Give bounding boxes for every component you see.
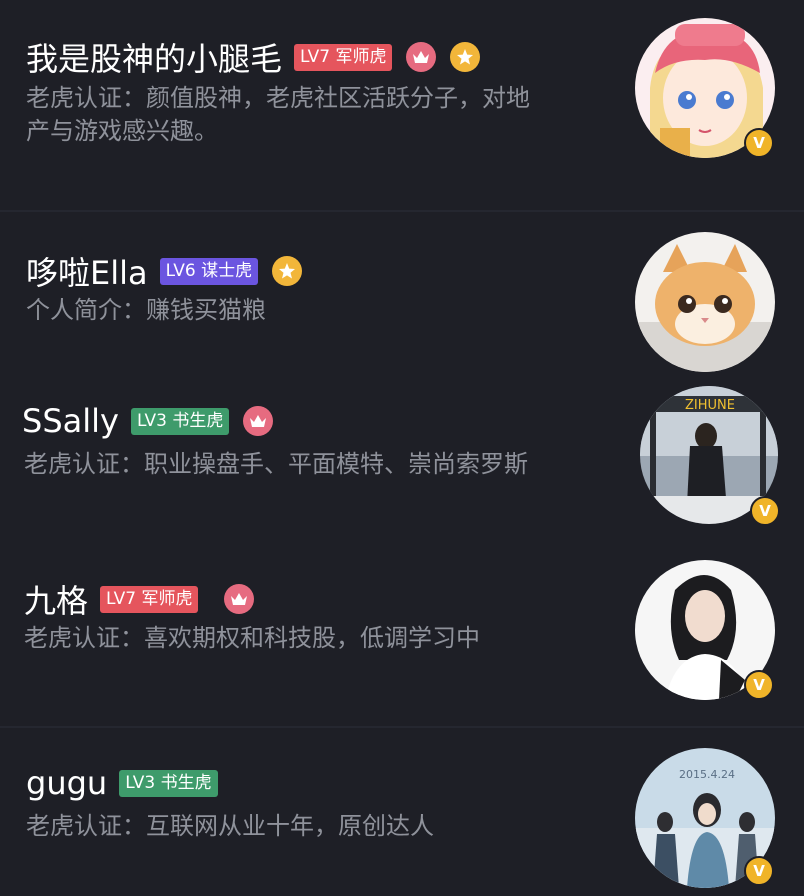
svg-text:ZIHUNE: ZIHUNE (685, 398, 735, 413)
name-line: SSally LV3 书生虎 (22, 402, 274, 440)
user-name[interactable]: SSally (22, 402, 119, 440)
user-name[interactable]: 我是股神的小腿毛 (26, 34, 282, 80)
verified-badge: V (744, 128, 774, 158)
crown-icon[interactable] (224, 584, 255, 614)
star-icon[interactable] (272, 256, 303, 286)
user-description: 老虎认证：职业操盘手、平面模特、崇尚索罗斯 (24, 448, 624, 481)
list-item[interactable]: SSally LV3 书生虎 老虎认证：职业操盘手、平面模特、崇尚索罗斯 ZIH… (0, 382, 804, 542)
level-badge: LV7 军师虎 (100, 585, 199, 613)
poster-date: 2015.4.24 (679, 768, 735, 781)
list-item[interactable]: 九格 LV7 军师虎 老虎认证：喜欢期权和科技股，低调学习中 V (0, 542, 804, 728)
name-line: gugu LV3 书生虎 (26, 764, 218, 802)
verified-badge: V (744, 856, 774, 886)
user-name[interactable]: 九格 (24, 576, 88, 622)
user-name[interactable]: gugu (26, 764, 107, 802)
name-line: 哆啦Ella LV6 谋士虎 (26, 248, 303, 294)
name-line: 九格 LV7 军师虎 (24, 576, 255, 622)
verified-badge: V (750, 496, 780, 526)
crown-icon[interactable] (243, 406, 274, 436)
description-line: 老虎认证：颜值股神，老虎社区活跃分子，对地 (26, 84, 530, 112)
list-item[interactable]: gugu LV3 书生虎 老虎认证：互联网从业十年，原创达人 2015.4.24 (0, 728, 804, 896)
description-line: 老虎认证：喜欢期权和科技股，低调学习中 (24, 624, 480, 652)
cat-avatar[interactable] (635, 232, 775, 372)
list-item[interactable]: 哆啦Ella LV6 谋士虎 个人简介：赚钱买猫粮 (0, 212, 804, 382)
crown-icon[interactable] (406, 42, 437, 72)
user-description: 老虎认证：颜值股神，老虎社区活跃分子，对地 产与游戏感兴趣。 (26, 82, 606, 148)
description-line: 老虎认证：互联网从业十年，原创达人 (26, 812, 434, 840)
user-list: 我是股神的小腿毛 LV7 军师虎 老虎认证：颜值股神，老虎社区活跃分子，对地 产… (0, 0, 804, 896)
user-description: 老虎认证：喜欢期权和科技股，低调学习中 (24, 622, 624, 655)
level-badge: LV6 谋士虎 (159, 257, 259, 285)
user-description: 个人简介：赚钱买猫粮 (26, 294, 606, 327)
user-description: 老虎认证：互联网从业十年，原创达人 (26, 810, 626, 843)
user-name[interactable]: 哆啦Ella (26, 248, 148, 294)
description-line: 个人简介：赚钱买猫粮 (26, 296, 266, 324)
star-icon[interactable] (450, 42, 481, 72)
description-line: 老虎认证：职业操盘手、平面模特、崇尚索罗斯 (24, 450, 528, 478)
level-badge: LV3 书生虎 (130, 407, 230, 435)
name-line: 我是股神的小腿毛 LV7 军师虎 (26, 34, 481, 80)
list-item[interactable]: 我是股神的小腿毛 LV7 军师虎 老虎认证：颜值股神，老虎社区活跃分子，对地 产… (0, 0, 804, 212)
verified-badge: V (744, 670, 774, 700)
level-badge: LV3 书生虎 (119, 769, 218, 797)
level-badge: LV7 军师虎 (294, 43, 393, 71)
description-line: 产与游戏感兴趣。 (26, 117, 218, 145)
